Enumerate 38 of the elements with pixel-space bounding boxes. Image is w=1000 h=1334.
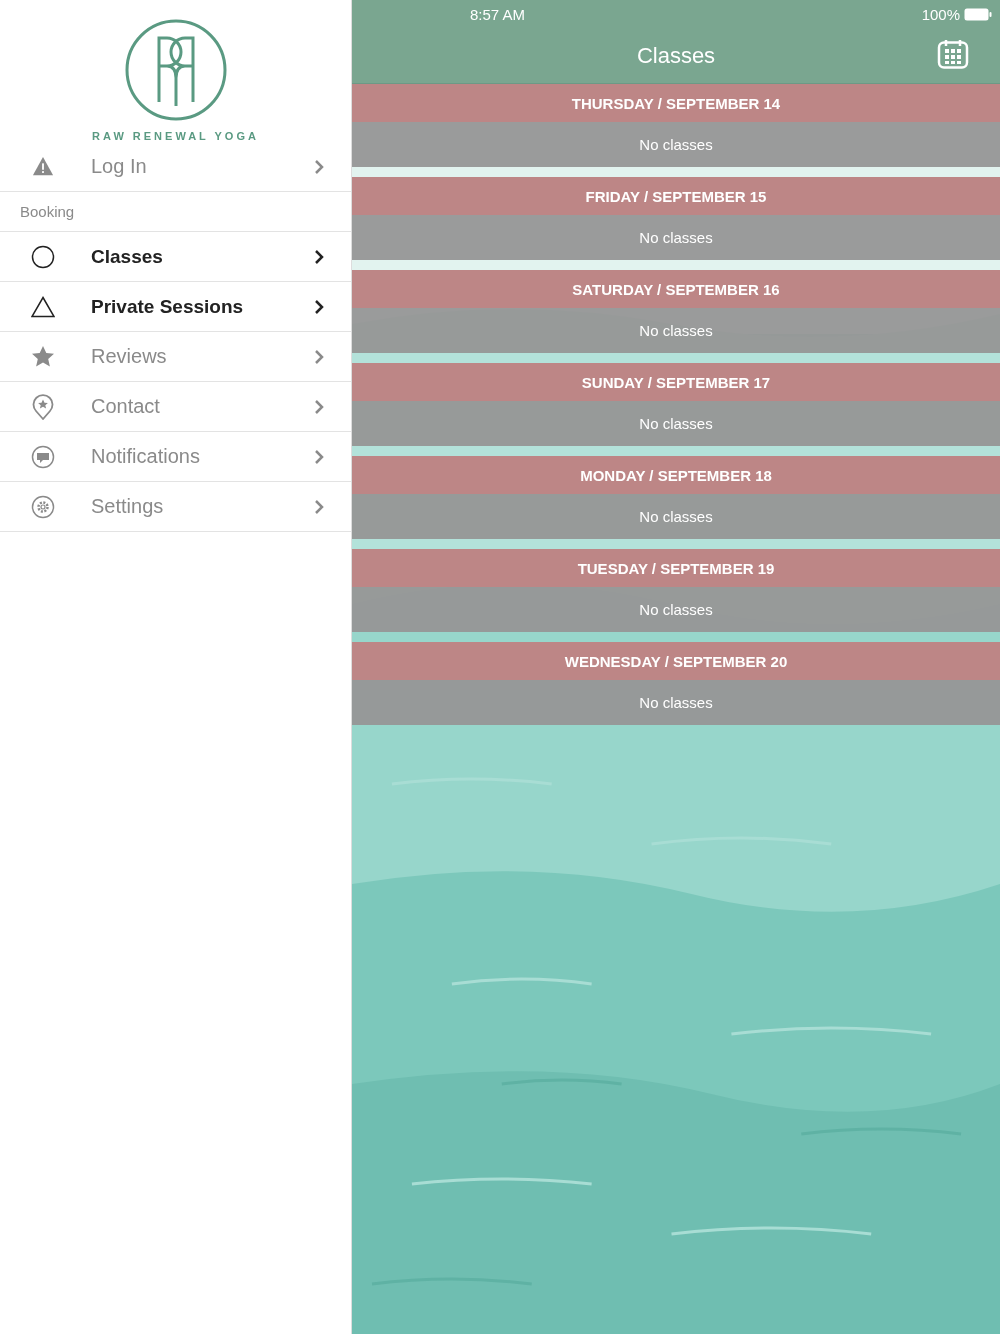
logo-icon [123, 18, 228, 122]
section-header: Booking [0, 192, 351, 232]
empty-day-message: No classes [352, 494, 1000, 539]
empty-day-message: No classes [352, 122, 1000, 167]
status-time: 8:57 AM [470, 5, 526, 23]
menu-item[interactable]: Private Sessions [0, 282, 351, 332]
day-header: FRIDAY / SEPTEMBER 15 [352, 177, 1000, 215]
battery-percentage: 100% [921, 5, 960, 23]
day-header: SATURDAY / SEPTEMBER 16 [352, 270, 1000, 308]
star-icon [30, 344, 55, 369]
settings-icon [30, 494, 55, 519]
chevron-icon [314, 298, 324, 315]
brand-name: RAW RENEWAL YOGA [92, 130, 259, 142]
circle-icon [30, 244, 55, 269]
empty-day-message: No classes [352, 401, 1000, 446]
chevron-icon [314, 448, 324, 465]
warning-icon [30, 155, 55, 178]
chat-icon [30, 444, 55, 469]
chevron-icon [314, 348, 324, 365]
empty-day-message: No classes [352, 215, 1000, 260]
chevron-icon [314, 158, 324, 175]
day-header: THURSDAY / SEPTEMBER 14 [352, 84, 1000, 122]
empty-day-message: No classes [352, 680, 1000, 725]
menu-item[interactable]: Classes [0, 232, 351, 282]
day-header: WEDNESDAY / SEPTEMBER 20 [352, 642, 1000, 680]
empty-day-message: No classes [352, 308, 1000, 353]
day-header: MONDAY / SEPTEMBER 18 [352, 456, 1000, 494]
chevron-icon [314, 248, 324, 265]
day-header: TUESDAY / SEPTEMBER 19 [352, 549, 1000, 587]
empty-day-message: No classes [352, 587, 1000, 632]
screen-title: Classes [636, 42, 716, 69]
chevron-icon [314, 398, 324, 415]
calendar-icon[interactable] [937, 38, 969, 70]
chevron-icon [314, 498, 324, 515]
battery-icon [964, 7, 992, 21]
triangle-icon [30, 295, 55, 318]
day-header: SUNDAY / SEPTEMBER 17 [352, 363, 1000, 401]
location-pin-icon [31, 393, 54, 420]
